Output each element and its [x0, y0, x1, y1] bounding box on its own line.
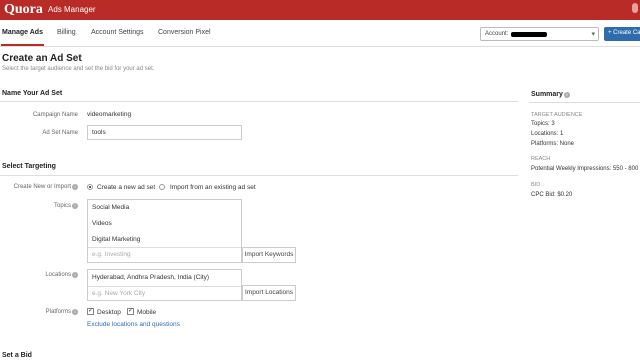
platforms-label-text: Platforms [45, 309, 71, 315]
exclude-locations-link[interactable]: Exclude locations and questions [87, 321, 180, 328]
account-select-label: Account: [485, 31, 509, 37]
tab-conversion-pixel[interactable]: Conversion Pixel [158, 29, 211, 36]
user-menu-icon[interactable] [632, 3, 638, 13]
mobile-checkbox[interactable]: ✓ [127, 308, 134, 315]
create-new-radio[interactable] [87, 184, 93, 190]
import-existing-option-label[interactable]: Import from an existing ad set [170, 184, 256, 191]
page-title: Create an Ad Set [2, 53, 82, 64]
page-subtitle: Select the target audience and set the b… [2, 66, 155, 72]
adset-name-input[interactable]: tools [87, 125, 242, 140]
name-section-heading: Name Your Ad Set [2, 90, 63, 97]
tab-account-settings[interactable]: Account Settings [91, 29, 144, 36]
import-keywords-button[interactable]: Import Keywords [242, 247, 296, 263]
summary-title: Summary i [531, 91, 570, 98]
adset-name-value: tools [92, 129, 106, 136]
tab-manage-ads[interactable]: Manage Ads [1, 29, 44, 46]
summary-title-text: Summary [531, 91, 563, 98]
info-icon[interactable]: i [72, 272, 78, 278]
topics-input-divider [88, 247, 241, 248]
summary-topics: Topics: 3 [531, 121, 555, 127]
targeting-heading: Select Targeting [2, 163, 56, 170]
summary-locations: Locations: 1 [531, 131, 564, 137]
quora-logo[interactable]: Quora [4, 2, 43, 18]
target-audience-heading: TARGET AUDIENCE [531, 112, 583, 118]
create-new-option-label[interactable]: Create a new ad set [97, 184, 155, 191]
info-icon[interactable]: i [72, 184, 78, 190]
bid-heading: BID [531, 182, 541, 188]
section-divider [0, 175, 518, 176]
locations-placeholder: e.g. New York City [92, 290, 146, 297]
locations-label: Locations i [0, 272, 78, 278]
topics-placeholder: e.g. Investing [92, 251, 131, 258]
topic-tag[interactable]: Videos [92, 220, 112, 227]
topic-tag[interactable]: Social Media [92, 204, 129, 211]
locations-input-divider [88, 286, 241, 287]
import-locations-button[interactable]: Import Locations [242, 285, 296, 301]
topics-label-text: Topics [53, 203, 71, 209]
tab-billing[interactable]: Billing [57, 29, 76, 36]
desktop-checkbox[interactable]: ✓ [87, 308, 94, 315]
summary-bid: CPC Bid: $0.20 [531, 192, 573, 198]
campaign-name-label: Campaign Name [32, 112, 78, 118]
summary-platforms: Platforms: None [531, 141, 575, 147]
app-name: Ads Manager [48, 5, 96, 14]
summary-reach: Potential Weekly Impressions: 550 - 800 [531, 166, 639, 172]
create-or-import-label-text: Create New or Import [13, 184, 71, 190]
create-or-import-label: Create New or Import i [0, 184, 78, 190]
redacted-account-name [511, 32, 547, 37]
location-tag[interactable]: Hyderabad, Andhra Pradesh, India (City) [92, 274, 209, 281]
info-icon[interactable]: i [72, 203, 78, 209]
locations-label-text: Locations [45, 272, 71, 278]
reach-heading: REACH [531, 156, 551, 162]
create-campaign-button[interactable]: + Create Ca [604, 27, 640, 41]
top-bar: Quora Ads Manager [0, 0, 640, 20]
platforms-label: Platforms i [0, 309, 78, 315]
adset-name-label: Ad Set Name [42, 130, 78, 136]
desktop-label[interactable]: Desktop [97, 309, 121, 316]
topic-tag[interactable]: Digital Marketing [92, 236, 140, 243]
chevron-down-icon: ▾ [591, 31, 595, 38]
bid-section-heading: Set a Bid [2, 352, 32, 359]
mobile-label[interactable]: Mobile [137, 309, 156, 316]
section-divider [0, 101, 518, 102]
summary-divider [529, 102, 640, 103]
account-select[interactable]: Account: ▾ [480, 27, 599, 41]
info-icon[interactable]: i [72, 309, 78, 315]
import-existing-radio[interactable] [159, 184, 165, 190]
topics-label: Topics i [0, 203, 78, 209]
info-icon[interactable]: i [563, 92, 570, 98]
locations-input[interactable]: Hyderabad, Andhra Pradesh, India (City) … [87, 269, 242, 301]
campaign-name-value: videomarketing [87, 111, 132, 118]
topics-input[interactable]: Social Media Videos Digital Marketing e.… [87, 199, 242, 263]
